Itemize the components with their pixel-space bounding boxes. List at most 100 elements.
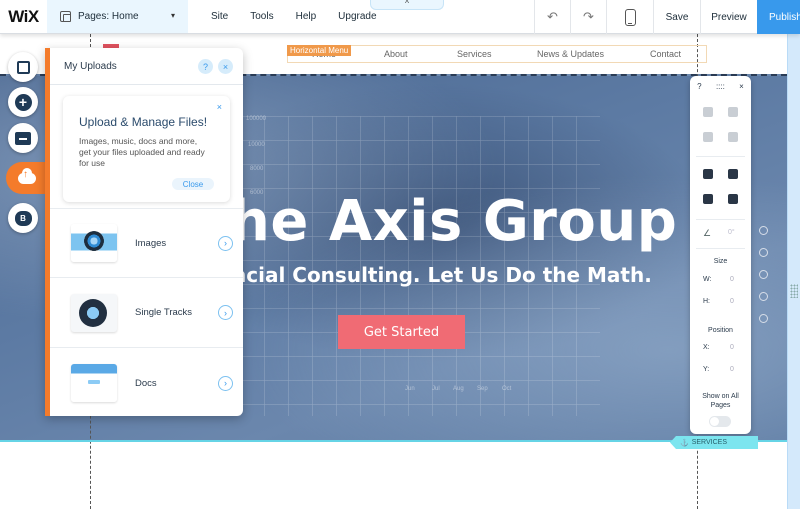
anchor-icon: ⚓ — [680, 439, 689, 447]
hero-title[interactable]: he Axis Group — [230, 189, 677, 254]
bg-axis-label: Jun — [405, 386, 415, 392]
delete-icon[interactable] — [728, 132, 738, 142]
close-icon[interactable]: × — [739, 82, 744, 91]
get-started-button[interactable]: Get Started — [338, 315, 465, 349]
copy-icon[interactable] — [703, 107, 713, 117]
redo-icon: ↷ — [583, 9, 594, 24]
preview-button[interactable]: Preview — [700, 0, 757, 34]
y-value[interactable]: 0 — [730, 366, 734, 373]
rail-app-market-button[interactable] — [8, 123, 38, 153]
bg-axis-label: Sep — [477, 386, 488, 392]
bg-axis-label: 8000 — [250, 166, 264, 172]
site-menu-contact[interactable]: Contact — [650, 49, 681, 59]
resize-grip-icon[interactable] — [790, 284, 798, 298]
category-label: Docs — [135, 377, 157, 389]
bg-axis-label: Oct — [502, 386, 512, 392]
chevron-right-icon[interactable]: › — [218, 375, 233, 391]
chevron-right-icon[interactable]: › — [218, 235, 233, 251]
mobile-phone-icon — [624, 8, 636, 26]
upload-category-docs[interactable]: Docs › — [50, 348, 243, 416]
plus-icon: + — [14, 93, 32, 111]
dismiss-icon[interactable]: × — [217, 102, 222, 112]
chevron-right-icon[interactable]: › — [218, 305, 233, 320]
height-value[interactable]: 0 — [730, 298, 734, 305]
site-menu-news[interactable]: News & Updates — [537, 49, 604, 59]
left-rail: + B — [0, 50, 46, 245]
arrange-icon[interactable] — [703, 169, 713, 179]
bg-axis-label: Aug — [453, 386, 464, 392]
width-value[interactable]: 0 — [730, 276, 734, 283]
match-size-icon[interactable] — [728, 194, 738, 204]
properties-header: ? :::: × — [690, 76, 751, 96]
duplicate-icon[interactable] — [703, 132, 713, 142]
upload-category-tracks[interactable]: Single Tracks › — [50, 278, 243, 348]
menu-help[interactable]: Help — [296, 11, 317, 22]
properties-toolbar: ? :::: × ∠ 0° Size W: 0 H: 0 Position X:… — [690, 76, 751, 434]
undo-icon: ↶ — [547, 9, 558, 24]
welcome-heading: Upload & Manage Files! — [79, 115, 208, 129]
folder-icon — [71, 364, 117, 402]
bg-axis-label: 100000 — [246, 116, 267, 122]
show-on-all-pages-toggle[interactable] — [709, 416, 731, 427]
pages-icon — [60, 11, 71, 22]
my-uploads-panel: My Uploads ? × × Upload & Manage Files! … — [45, 48, 243, 416]
menu-tools[interactable]: Tools — [250, 11, 273, 22]
top-menu: Site Tools Help Upgrade — [188, 0, 399, 33]
publish-button[interactable]: Publish — [757, 0, 800, 34]
rail-blog-button[interactable]: B — [8, 203, 38, 233]
help-icon[interactable]: ? — [697, 82, 701, 91]
square-icon — [16, 60, 30, 74]
welcome-body: Images, music, docs and more, get your f… — [79, 136, 205, 168]
menu-upgrade[interactable]: Upgrade — [338, 11, 376, 22]
anchor-dot[interactable] — [759, 314, 768, 323]
close-panel-button[interactable]: × — [218, 59, 233, 74]
chevron-down-icon: ▾ — [170, 11, 175, 20]
divider — [696, 248, 745, 249]
category-label: Single Tracks — [135, 307, 193, 318]
horizontal-menu-badge: Horizontal Menu — [287, 45, 352, 56]
services-anchor-tag[interactable]: ⚓ SERVICES — [670, 436, 758, 449]
anchor-dot[interactable] — [759, 226, 768, 235]
save-button[interactable]: Save — [653, 0, 700, 34]
drag-handle-icon[interactable]: :::: — [716, 82, 725, 91]
anchor-dot[interactable] — [759, 292, 768, 301]
menu-site[interactable]: Site — [211, 11, 228, 22]
position-label: Position — [708, 327, 733, 334]
site-menu-about[interactable]: About — [384, 49, 408, 59]
upload-category-images[interactable]: Images › — [50, 208, 243, 278]
cloud-upload-icon — [18, 167, 36, 184]
mobile-view-button[interactable] — [606, 0, 653, 34]
size-label: Size — [713, 258, 728, 265]
collapse-topbar-button[interactable]: ^ — [370, 0, 444, 10]
distribute-icon[interactable] — [703, 194, 713, 204]
pages-dropdown[interactable]: Pages: Home ▾ — [47, 0, 188, 33]
help-button[interactable]: ? — [198, 59, 213, 74]
show-on-all-pages-label: Show on All Pages — [702, 393, 739, 409]
anchor-dots — [759, 226, 768, 336]
vinyl-record-icon — [71, 293, 117, 332]
x-value[interactable]: 0 — [730, 344, 734, 351]
panel-header: My Uploads ? × — [50, 48, 243, 85]
rail-add-button[interactable]: + — [8, 87, 38, 117]
rail-uploads-button[interactable] — [6, 162, 48, 194]
blog-icon: B — [14, 210, 32, 226]
undo-button[interactable]: ↶ — [534, 0, 570, 34]
panel-title: My Uploads — [64, 60, 117, 72]
anchor-dot[interactable] — [759, 270, 768, 279]
x-label: X: — [703, 344, 710, 351]
rail-pages-button[interactable] — [8, 52, 38, 82]
store-icon — [15, 131, 31, 145]
redo-button[interactable]: ↷ — [570, 0, 606, 34]
hero-subtitle[interactable]: ncial Consulting. Let Us Do the Math. — [232, 263, 652, 287]
strip-boundary — [0, 440, 787, 442]
anchor-dot[interactable] — [759, 248, 768, 257]
rotate-icon[interactable]: ∠ — [703, 228, 711, 239]
category-label: Images — [135, 237, 167, 249]
paste-icon[interactable] — [728, 107, 738, 117]
site-menu-services[interactable]: Services — [457, 49, 492, 59]
wix-logo[interactable]: WiX — [0, 0, 47, 33]
welcome-close-button[interactable]: Close — [172, 178, 214, 190]
divider — [696, 156, 745, 157]
align-icon[interactable] — [728, 169, 738, 179]
rotation-value[interactable]: 0° — [728, 229, 735, 236]
